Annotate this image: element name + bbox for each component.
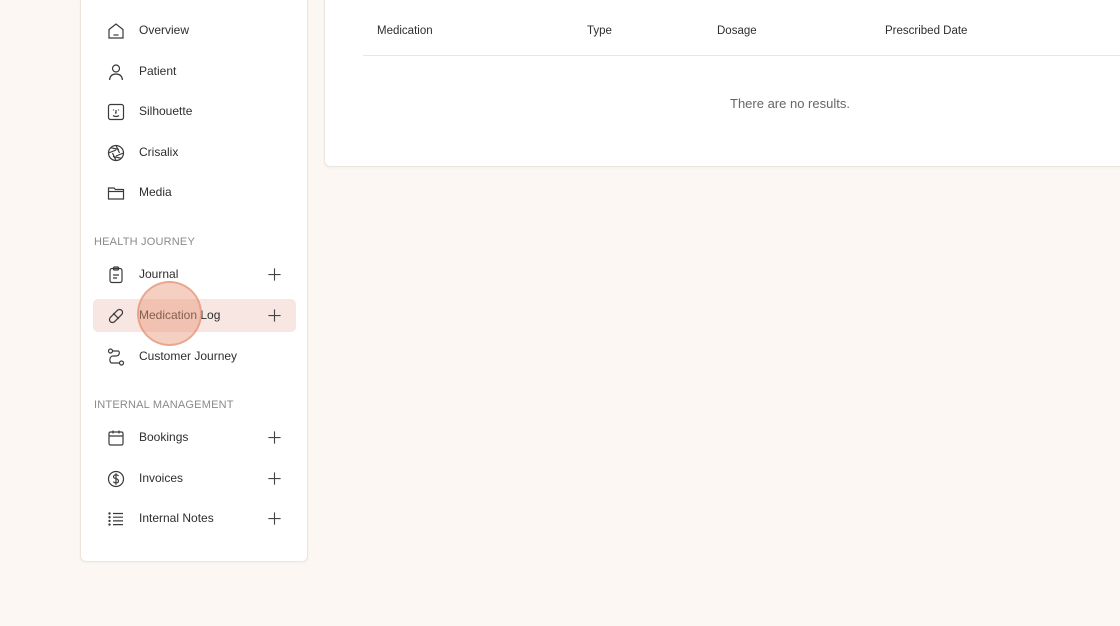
sidebar-item-label: Crisalix xyxy=(139,145,179,159)
sidebar-item-label: Media xyxy=(139,185,172,199)
empty-state-message: There are no results. xyxy=(730,96,850,111)
sidebar-item-overview[interactable]: Overview xyxy=(93,14,296,47)
section-heading-health-journey: HEALTH JOURNEY xyxy=(94,236,195,248)
sidebar-item-label: Internal Notes xyxy=(139,511,214,525)
list-icon xyxy=(105,508,127,530)
route-icon xyxy=(105,346,127,368)
sidebar-item-silhouette[interactable]: Silhouette xyxy=(93,95,296,128)
sidebar-item-label: Silhouette xyxy=(139,104,193,118)
add-medication-log-button[interactable] xyxy=(266,307,282,323)
sidebar-item-medication-log[interactable]: Medication Log xyxy=(93,299,296,332)
column-header-type[interactable]: Type xyxy=(587,25,612,37)
pill-icon xyxy=(105,305,127,327)
column-header-prescribed-date[interactable]: Prescribed Date xyxy=(885,25,967,37)
add-journal-button[interactable] xyxy=(266,266,282,282)
folder-icon xyxy=(105,182,127,204)
sidebar-item-patient[interactable]: Patient xyxy=(93,55,296,88)
sidebar-item-invoices[interactable]: Invoices xyxy=(93,462,296,495)
section-heading-internal-management: INTERNAL MANAGEMENT xyxy=(94,399,234,411)
sidebar-item-label: Invoices xyxy=(139,471,184,485)
sidebar: Overview Patient Silhouette Crisalix Med… xyxy=(80,0,308,562)
add-booking-button[interactable] xyxy=(266,429,282,445)
add-internal-note-button[interactable] xyxy=(266,510,282,526)
face-frame-icon xyxy=(105,101,127,123)
sidebar-item-crisalix[interactable]: Crisalix xyxy=(93,136,296,169)
aperture-icon xyxy=(105,142,127,164)
add-invoice-button[interactable] xyxy=(266,470,282,486)
sidebar-item-label: Overview xyxy=(139,23,190,37)
sidebar-item-label: Customer Journey xyxy=(139,349,238,363)
dollar-circle-icon xyxy=(105,468,127,490)
calendar-icon xyxy=(105,427,127,449)
medication-table-panel: Medication Type Dosage Prescribed Date T… xyxy=(324,0,1120,167)
column-header-medication[interactable]: Medication xyxy=(377,25,433,37)
sidebar-item-label: Patient xyxy=(139,64,177,78)
sidebar-item-media[interactable]: Media xyxy=(93,176,296,209)
user-icon xyxy=(105,61,127,83)
sidebar-item-label: Bookings xyxy=(139,430,189,444)
column-header-dosage[interactable]: Dosage xyxy=(717,25,757,37)
sidebar-item-journal[interactable]: Journal xyxy=(93,258,296,291)
sidebar-item-label: Journal xyxy=(139,267,179,281)
sidebar-item-bookings[interactable]: Bookings xyxy=(93,421,296,454)
sidebar-item-customer-journey[interactable]: Customer Journey xyxy=(93,340,296,373)
clipboard-icon xyxy=(105,264,127,286)
sidebar-item-internal-notes[interactable]: Internal Notes xyxy=(93,502,296,535)
sidebar-item-label: Medication Log xyxy=(139,308,221,322)
home-icon xyxy=(105,20,127,42)
table-header: Medication Type Dosage Prescribed Date xyxy=(363,0,1120,56)
